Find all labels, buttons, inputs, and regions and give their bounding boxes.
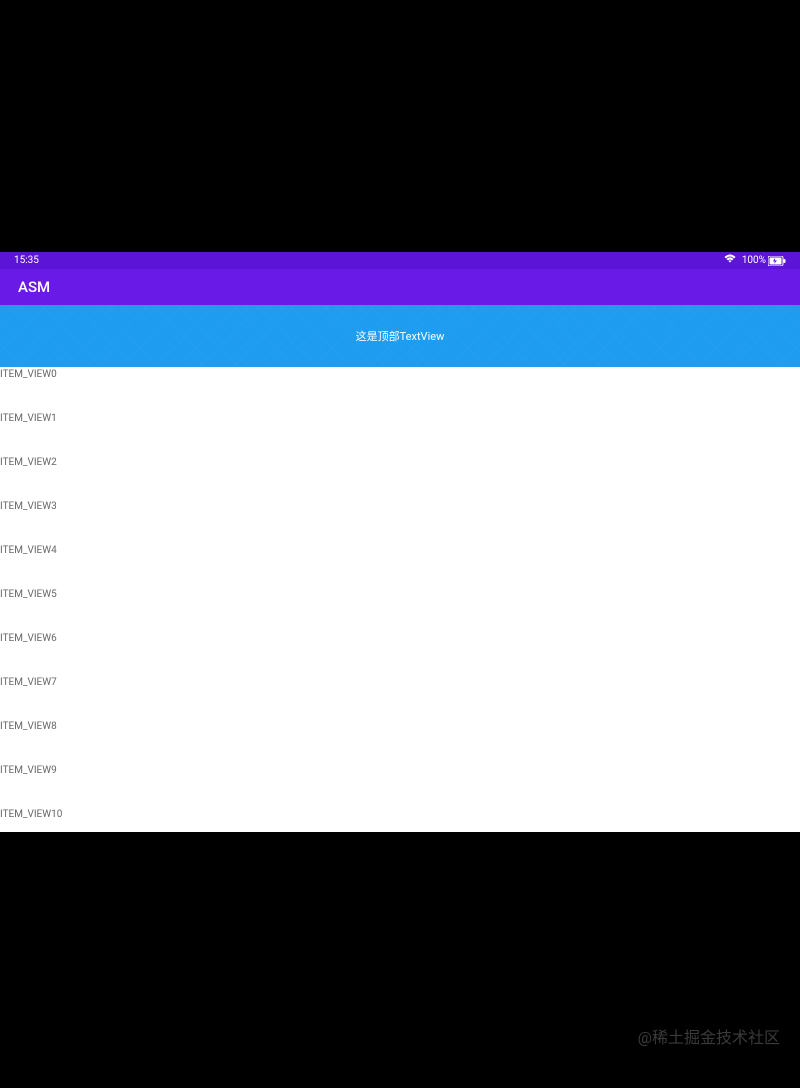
status-bar-left: 15:35	[14, 255, 39, 266]
status-time: 15:35	[14, 255, 39, 266]
list-view[interactable]: ITEM_VIEW0 ITEM_VIEW1 ITEM_VIEW2 ITEM_VI…	[0, 367, 800, 832]
app-bar: ASM	[0, 269, 800, 305]
list-item-label: ITEM_VIEW10	[0, 809, 62, 820]
watermark-text: @稀土掘金技术社区	[638, 1028, 780, 1047]
top-text-view-label: 这是顶部TextView	[356, 328, 445, 344]
list-item-label: ITEM_VIEW2	[0, 457, 57, 468]
list-item[interactable]: ITEM_VIEW9	[0, 763, 800, 807]
list-item-label: ITEM_VIEW3	[0, 501, 57, 512]
list-item[interactable]: ITEM_VIEW6	[0, 631, 800, 675]
status-bar: 15:35 100%	[0, 252, 800, 269]
list-item-label: ITEM_VIEW0	[0, 369, 57, 380]
list-item[interactable]: ITEM_VIEW7	[0, 675, 800, 719]
battery-indicator: 100%	[742, 255, 786, 266]
home-indicator[interactable]	[286, 826, 514, 829]
list-item[interactable]: ITEM_VIEW0	[0, 367, 800, 411]
top-text-view: 这是顶部TextView	[0, 305, 800, 367]
list-item[interactable]: ITEM_VIEW2	[0, 455, 800, 499]
device-frame: 15:35 100% ASM 这是顶部TextView	[0, 252, 800, 832]
wifi-icon	[724, 254, 736, 267]
list-item[interactable]: ITEM_VIEW1	[0, 411, 800, 455]
list-item-label: ITEM_VIEW4	[0, 545, 57, 556]
list-item-label: ITEM_VIEW9	[0, 765, 57, 776]
list-item-label: ITEM_VIEW8	[0, 721, 57, 732]
list-item[interactable]: ITEM_VIEW5	[0, 587, 800, 631]
status-bar-right: 100%	[724, 254, 786, 267]
list-item[interactable]: ITEM_VIEW3	[0, 499, 800, 543]
list-item-label: ITEM_VIEW6	[0, 633, 57, 644]
list-item-label: ITEM_VIEW5	[0, 589, 57, 600]
battery-percent: 100%	[742, 255, 766, 266]
list-item-label: ITEM_VIEW1	[0, 413, 57, 424]
list-item-label: ITEM_VIEW7	[0, 677, 57, 688]
navigation-bar	[0, 824, 800, 830]
list-item[interactable]: ITEM_VIEW10	[0, 807, 800, 822]
watermark: @稀土掘金技术社区	[638, 1024, 780, 1048]
app-title: ASM	[18, 278, 50, 296]
list-item[interactable]: ITEM_VIEW4	[0, 543, 800, 587]
list-item[interactable]: ITEM_VIEW8	[0, 719, 800, 763]
